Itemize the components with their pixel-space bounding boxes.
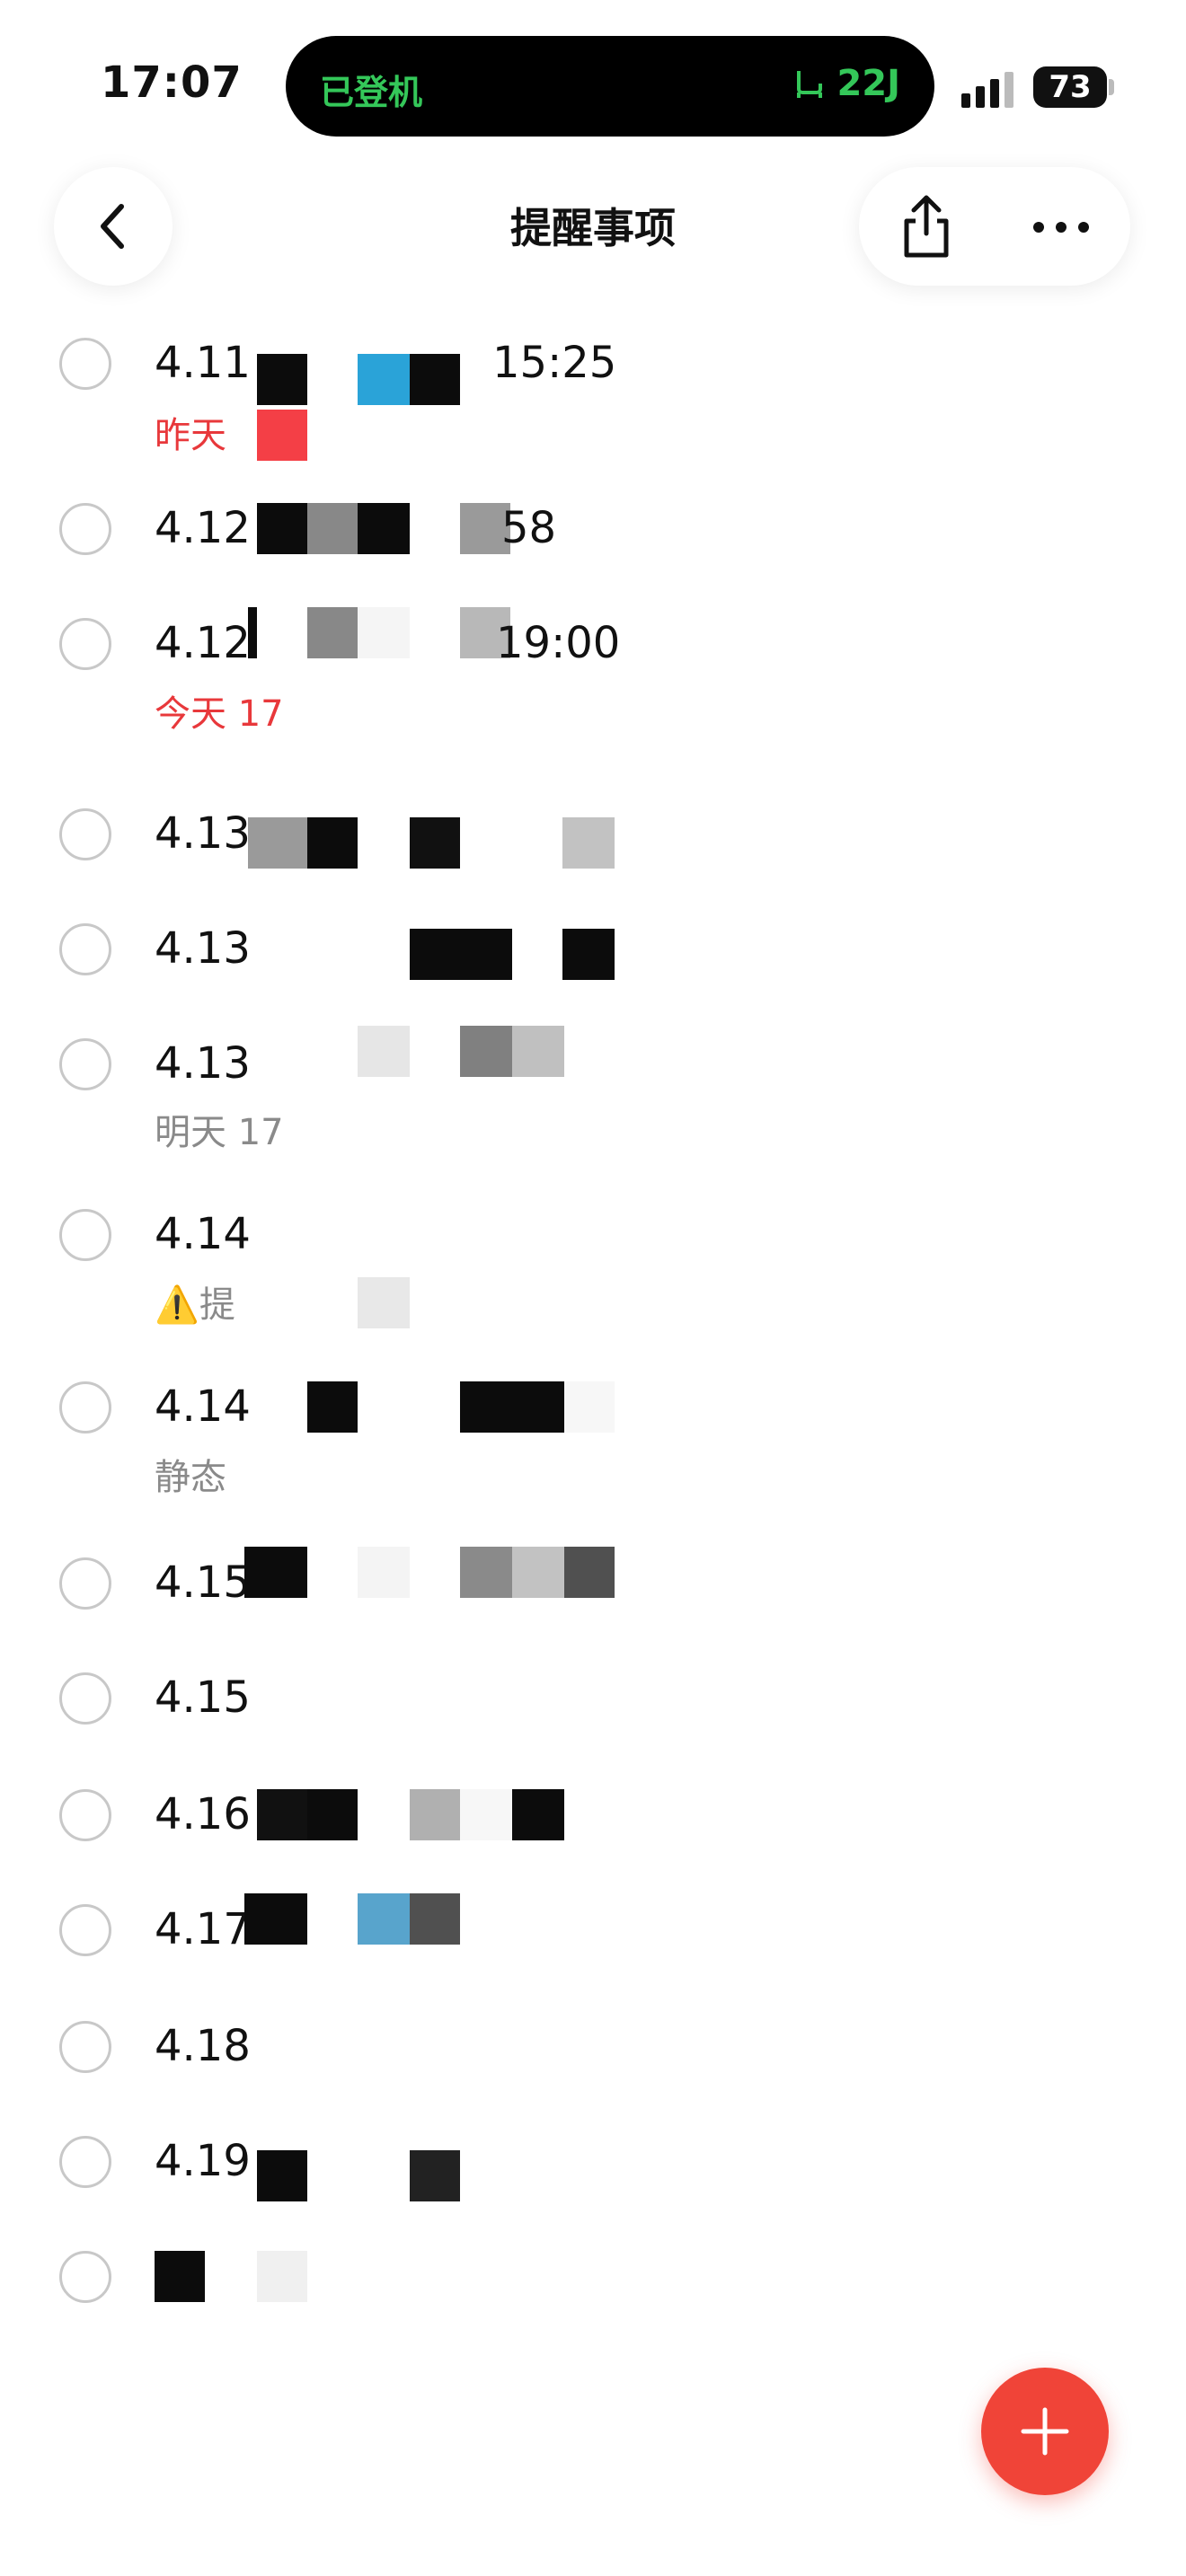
reminder-subtitle-text: 提 xyxy=(199,1284,235,1326)
redaction-block xyxy=(410,1789,460,1840)
redaction-block xyxy=(460,1789,512,1840)
redaction-block xyxy=(562,929,615,980)
redaction-block xyxy=(257,2251,307,2302)
reminder-title: 4.15 xyxy=(155,1557,251,1608)
redaction-block xyxy=(307,1381,358,1433)
redaction-block xyxy=(244,1547,307,1598)
seat-indicator: 22J xyxy=(792,63,900,104)
complete-checkbox[interactable] xyxy=(59,2136,111,2188)
reminder-subtitle: ⚠️提 xyxy=(155,1275,235,1328)
redaction-block xyxy=(564,1381,615,1433)
reminder-title: 4.13 xyxy=(155,808,251,859)
reminder-subtitle: 昨天 xyxy=(155,415,226,456)
reminder-subtitle: 静态 xyxy=(155,1457,226,1498)
reminder-title: 4.17 xyxy=(155,1904,251,1954)
redaction-block xyxy=(410,2150,460,2201)
status-time: 17:07 xyxy=(101,57,243,108)
redaction-block xyxy=(358,503,410,554)
reminder-title: 4.14 xyxy=(155,1381,251,1432)
redaction-block xyxy=(460,1026,512,1077)
reminder-title: 4.13 xyxy=(155,923,251,974)
complete-checkbox[interactable] xyxy=(59,338,111,390)
redaction-block xyxy=(248,817,307,869)
reminder-title: 4.15 xyxy=(155,1672,251,1723)
redaction-block xyxy=(410,1893,460,1945)
redaction-block xyxy=(512,1547,564,1598)
redaction-block xyxy=(257,410,307,461)
redaction-block xyxy=(257,354,307,405)
reminder-time: 19:00 xyxy=(496,618,621,668)
redaction-block xyxy=(358,1893,410,1945)
redaction-block xyxy=(564,1547,615,1598)
redaction-block xyxy=(410,817,460,869)
more-icon xyxy=(1033,222,1089,233)
redaction-block xyxy=(358,607,410,658)
reminder-title: 4.14 xyxy=(155,1209,251,1259)
add-reminder-button[interactable] xyxy=(981,2368,1109,2495)
action-group xyxy=(859,167,1130,286)
reminder-title: 4.13 xyxy=(155,1038,251,1089)
redaction-block xyxy=(512,1789,564,1840)
complete-checkbox[interactable] xyxy=(59,618,111,670)
plus-icon xyxy=(1021,2407,1069,2456)
redaction-block xyxy=(358,1277,410,1328)
signal-icon xyxy=(961,72,1013,108)
redaction-block xyxy=(562,817,615,869)
complete-checkbox[interactable] xyxy=(59,1209,111,1261)
complete-checkbox[interactable] xyxy=(59,1672,111,1725)
complete-checkbox[interactable] xyxy=(59,1904,111,1956)
redaction-block xyxy=(460,1547,512,1598)
redaction-block xyxy=(358,1547,410,1598)
battery-nub xyxy=(1109,79,1114,95)
reminder-title: 4.18 xyxy=(155,2021,251,2071)
complete-checkbox[interactable] xyxy=(59,808,111,860)
reminder-title: 4.19 xyxy=(155,2136,251,2186)
complete-checkbox[interactable] xyxy=(59,1038,111,1090)
redaction-block xyxy=(244,1893,307,1945)
battery-indicator: 73 xyxy=(1033,66,1107,108)
share-icon xyxy=(904,195,949,258)
complete-checkbox[interactable] xyxy=(59,2251,111,2303)
redaction-block xyxy=(358,354,410,405)
dynamic-island[interactable]: 已登机 22J xyxy=(286,36,934,137)
redaction-block xyxy=(410,929,512,980)
complete-checkbox[interactable] xyxy=(59,1789,111,1841)
complete-checkbox[interactable] xyxy=(59,503,111,555)
reminder-title: 4.16 xyxy=(155,1789,251,1839)
redaction-block xyxy=(358,1026,410,1077)
reminder-title: 4.11 xyxy=(155,338,251,388)
reminder-time: 15:25 xyxy=(492,338,617,388)
share-button[interactable] xyxy=(886,187,967,268)
redaction-block xyxy=(248,607,257,658)
reminder-subtitle: 明天 17 xyxy=(155,1112,284,1153)
redaction-block xyxy=(460,1381,564,1433)
complete-checkbox[interactable] xyxy=(59,2021,111,2073)
redaction-block xyxy=(307,1789,358,1840)
redaction-block xyxy=(307,503,358,554)
redaction-block xyxy=(155,2251,205,2302)
redaction-block xyxy=(257,503,307,554)
more-button[interactable] xyxy=(1021,187,1102,268)
complete-checkbox[interactable] xyxy=(59,1557,111,1610)
seat-number: 22J xyxy=(836,63,900,104)
complete-checkbox[interactable] xyxy=(59,1381,111,1434)
redaction-block xyxy=(257,1789,307,1840)
redaction-block xyxy=(307,607,358,658)
complete-checkbox[interactable] xyxy=(59,923,111,975)
reminder-time: 58 xyxy=(501,503,557,553)
redaction-block xyxy=(410,354,460,405)
reminder-subtitle: 今天 17 xyxy=(155,693,284,735)
redaction-block xyxy=(512,1026,564,1077)
reminder-title: 4.12 xyxy=(155,503,251,553)
flight-status-label: 已登机 xyxy=(320,73,423,112)
warning-icon: ⚠️ xyxy=(155,1284,199,1326)
seat-icon xyxy=(797,71,823,98)
reminder-title: 4.12 xyxy=(155,618,251,668)
redaction-block xyxy=(257,2150,307,2201)
redaction-block xyxy=(307,817,358,869)
